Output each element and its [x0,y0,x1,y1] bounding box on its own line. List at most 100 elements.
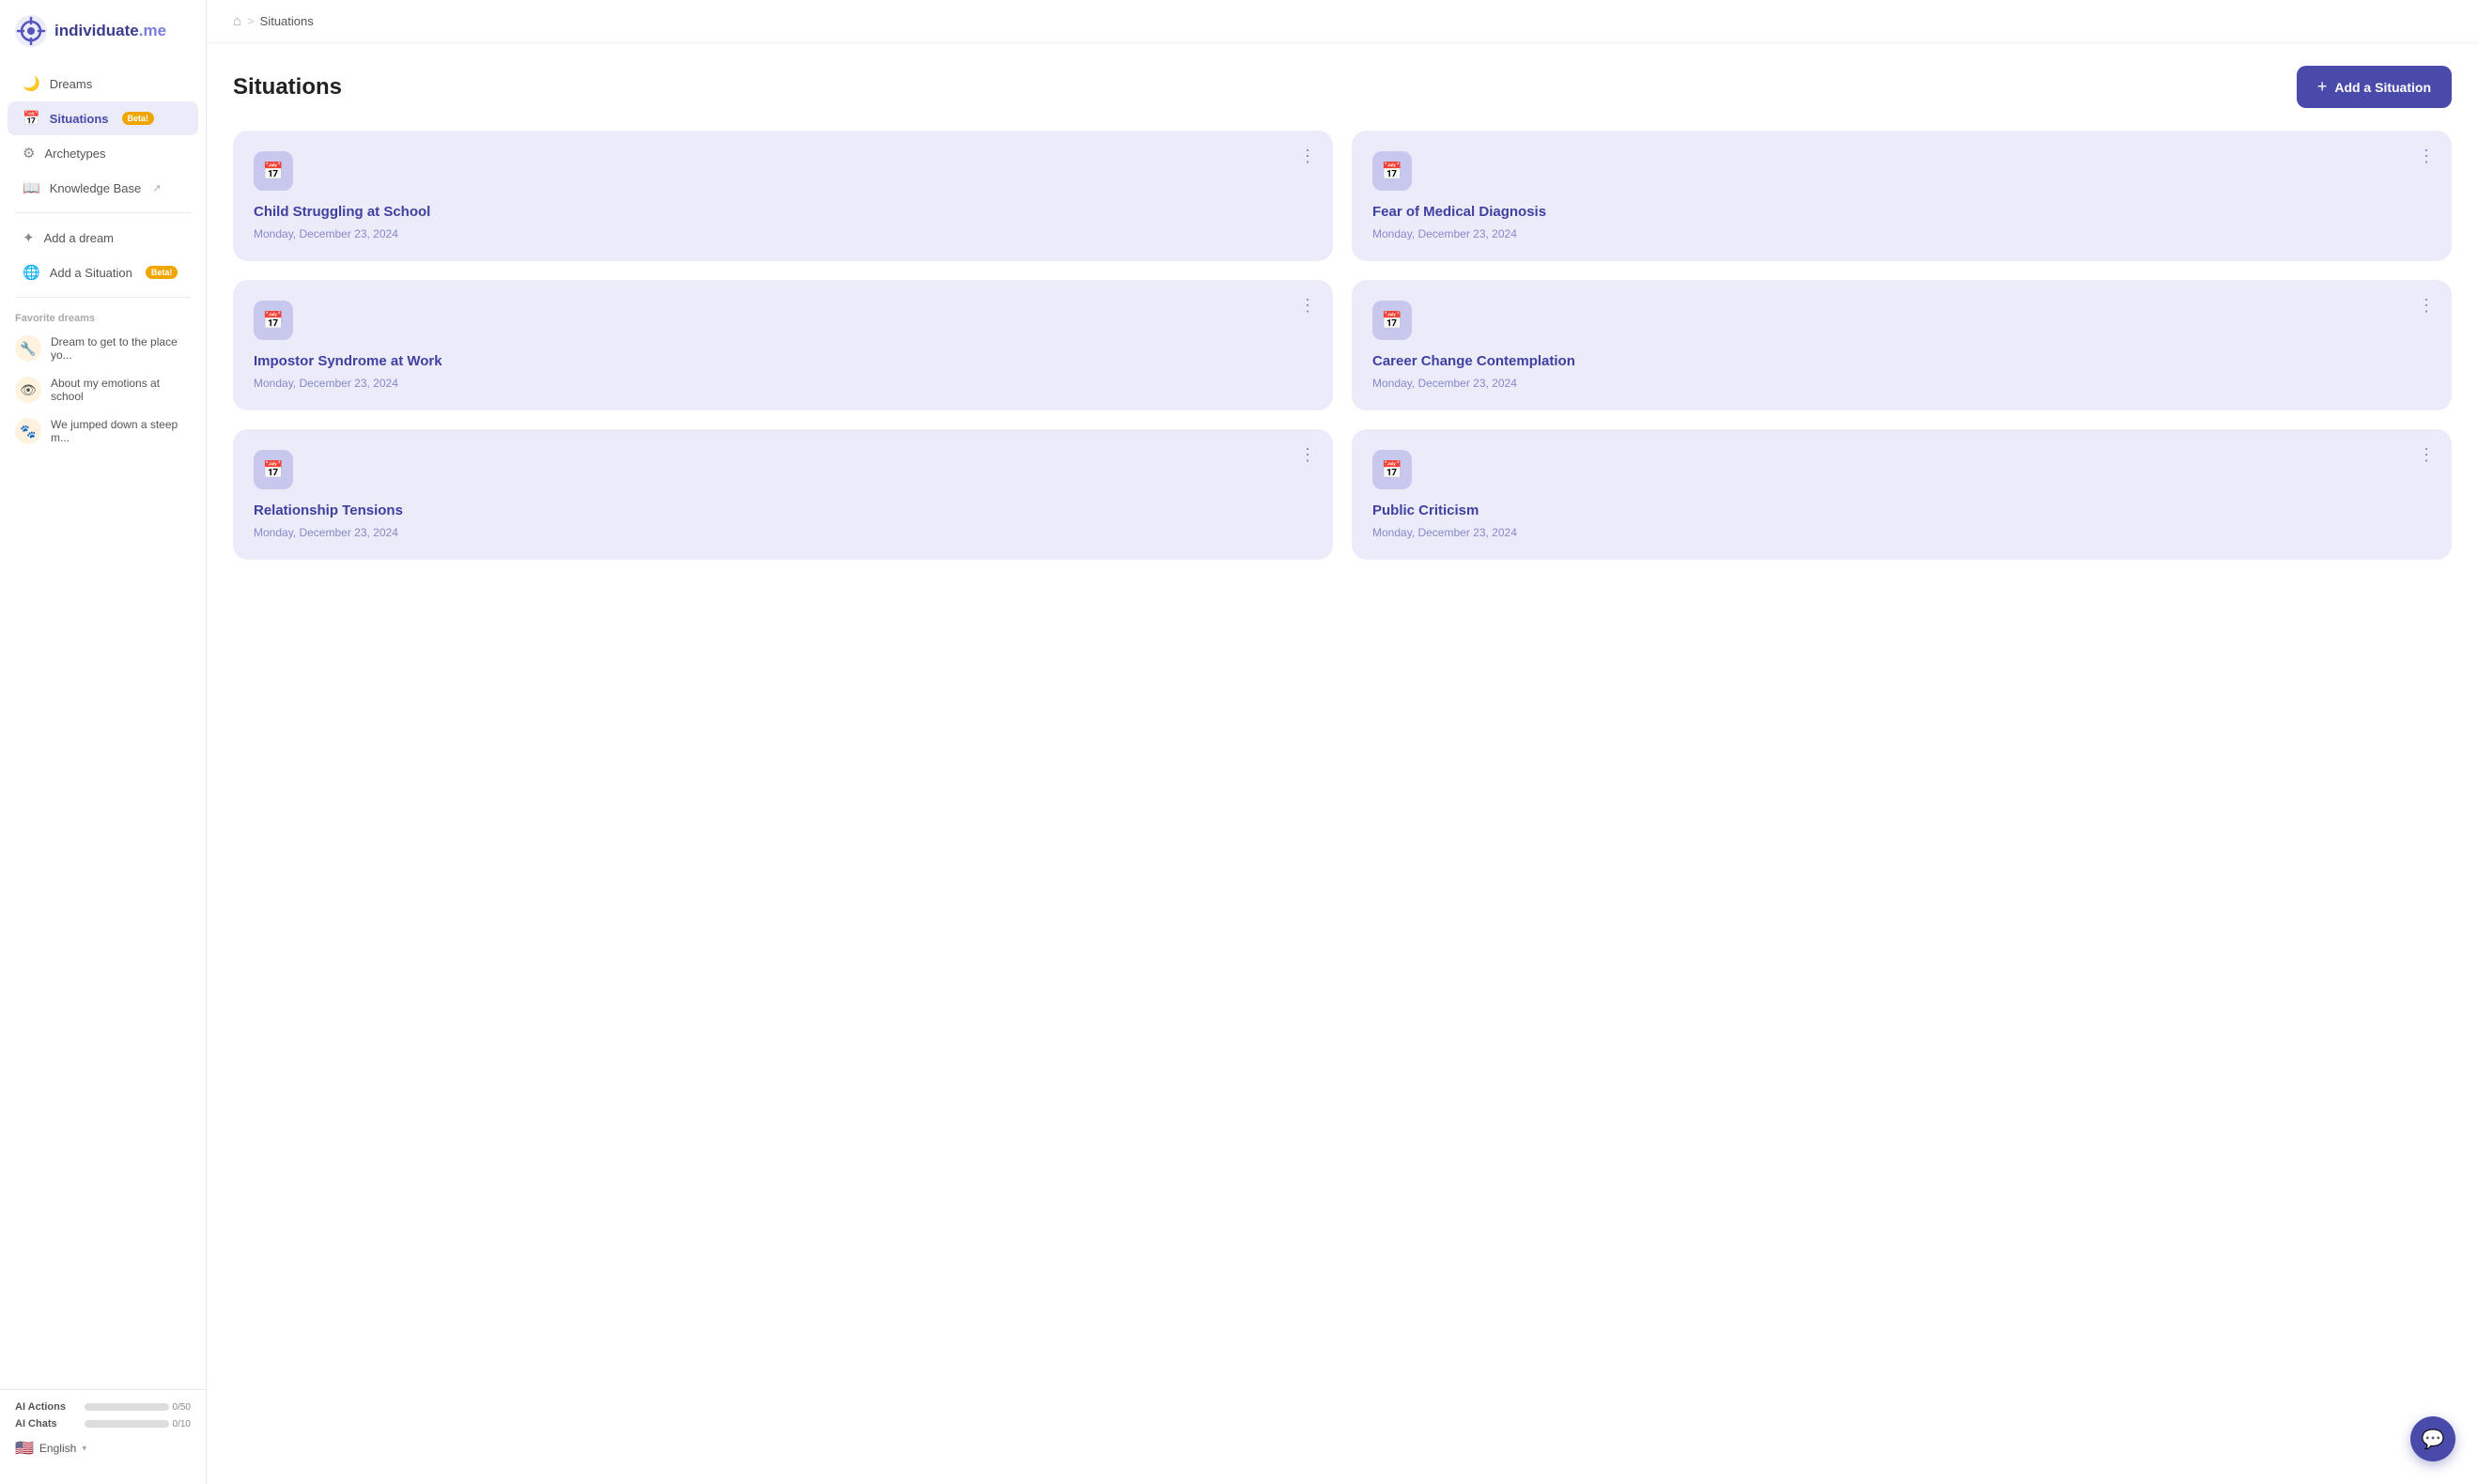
flag-icon: 🇺🇸 [15,1439,34,1458]
ai-chats-row: AI Chats 0/10 [15,1418,191,1430]
sidebar-item-dreams[interactable]: 🌙 Dreams [8,67,198,100]
ai-actions-row: AI Actions 0/50 [15,1401,191,1413]
card-menu-icon[interactable]: ⋮ [2418,147,2435,164]
breadcrumb: ⌂ > Situations [207,0,2478,43]
language-selector[interactable]: 🇺🇸 English ▾ [15,1439,191,1458]
main-content: ⌂ > Situations Situations + Add a Situat… [207,0,2478,1484]
situation-card-1[interactable]: 📅 ⋮ Child Struggling at School Monday, D… [233,131,1333,261]
card-menu-icon[interactable]: ⋮ [1299,147,1316,164]
card-date: Monday, December 23, 2024 [1372,526,2431,539]
card-menu-icon[interactable]: ⋮ [1299,446,1316,463]
calendar-card-icon: 📅 [1382,460,1402,480]
sidebar: individuate.me 🌙 Dreams 📅 Situations Bet… [0,0,207,1484]
globe-icon: 🌐 [23,264,40,281]
chevron-down-icon: ▾ [82,1444,86,1454]
card-menu-icon[interactable]: ⋮ [1299,297,1316,314]
card-icon-wrap: 📅 [1372,301,1412,340]
situation-card-5[interactable]: 📅 ⋮ Relationship Tensions Monday, Decemb… [233,429,1333,560]
card-date: Monday, December 23, 2024 [254,377,1312,390]
card-date: Monday, December 23, 2024 [1372,227,2431,240]
chat-fab[interactable]: 💬 [2410,1416,2455,1461]
wrench-icon: 🔧 [15,335,41,362]
logo[interactable]: individuate.me [0,15,206,66]
situation-card-2[interactable]: 📅 ⋮ Fear of Medical Diagnosis Monday, De… [1352,131,2452,261]
sidebar-item-archetypes[interactable]: ⚙ Archetypes [8,136,198,170]
card-date: Monday, December 23, 2024 [254,227,1312,240]
add-situation-button[interactable]: + Add a Situation [2297,66,2452,108]
favorites-divider [15,297,191,298]
calendar-card-icon: 📅 [263,311,284,331]
card-icon-wrap: 📅 [254,151,293,191]
ai-chats-progress-bar [85,1420,169,1428]
card-menu-icon[interactable]: ⋮ [2418,446,2435,463]
nav-section: 🌙 Dreams 📅 Situations Beta! ⚙ Archetypes… [0,66,206,1389]
card-title: Public Criticism [1372,502,2431,518]
page-header: Situations + Add a Situation [233,66,2452,108]
ai-chats-label: AI Chats [15,1418,57,1430]
add-situation-beta-badge: Beta! [146,266,178,279]
breadcrumb-separator: > [247,14,255,28]
card-title: Child Struggling at School [254,204,1312,220]
card-icon-wrap: 📅 [1372,151,1412,191]
favorite-item-1-label: Dream to get to the place yo... [51,335,191,362]
sidebar-item-situations[interactable]: 📅 Situations Beta! [8,101,198,135]
beta-badge: Beta! [122,112,155,125]
chat-icon: 💬 [2422,1428,2445,1451]
sidebar-item-situations-label: Situations [50,112,109,126]
sidebar-item-knowledge-base-label: Knowledge Base [50,181,142,195]
favorite-item-3[interactable]: 🐾 We jumped down a steep m... [0,410,206,452]
situations-grid: 📅 ⋮ Child Struggling at School Monday, D… [233,131,2452,560]
calendar-card-icon: 📅 [1382,162,1402,181]
nav-divider [15,212,191,213]
ai-chats-value: 0/10 [173,1419,191,1430]
logo-icon [15,15,47,47]
add-situation-action[interactable]: 🌐 Add a Situation Beta! [8,255,198,289]
content-area: Situations + Add a Situation 📅 ⋮ Child S… [207,43,2478,582]
favorite-item-2[interactable]: 👁 About my emotions at school [0,369,206,410]
card-menu-icon[interactable]: ⋮ [2418,297,2435,314]
card-date: Monday, December 23, 2024 [254,526,1312,539]
favorites-section-label: Favorite dreams [0,305,206,328]
add-dream-label: Add a dream [44,231,114,245]
add-situation-label: Add a Situation [50,266,132,280]
plus-icon: + [2317,77,2328,97]
favorite-item-2-label: About my emotions at school [51,377,191,403]
situation-card-3[interactable]: 📅 ⋮ Impostor Syndrome at Work Monday, De… [233,280,1333,410]
sidebar-item-dreams-label: Dreams [50,77,93,91]
moon-icon: 🌙 [23,75,40,92]
eye-icon: 👁 [15,377,41,403]
card-icon-wrap: 📅 [254,301,293,340]
external-link-icon: ↗ [152,182,161,194]
add-dream-action[interactable]: ✦ Add a dream [8,221,198,255]
card-icon-wrap: 📅 [1372,450,1412,489]
sidebar-item-knowledge-base[interactable]: 📖 Knowledge Base ↗ [8,171,198,205]
card-date: Monday, December 23, 2024 [1372,377,2431,390]
language-label: English [39,1442,76,1455]
situation-card-6[interactable]: 📅 ⋮ Public Criticism Monday, December 23… [1352,429,2452,560]
calendar-card-icon: 📅 [263,460,284,480]
card-title: Career Change Contemplation [1372,353,2431,369]
calendar-card-icon: 📅 [263,162,284,181]
calendar-icon: 📅 [23,110,40,127]
ai-actions-progress-bar [85,1403,169,1411]
archetypes-icon: ⚙ [23,145,35,162]
calendar-card-icon: 📅 [1382,311,1402,331]
card-icon-wrap: 📅 [254,450,293,489]
card-title: Impostor Syndrome at Work [254,353,1312,369]
ai-actions-label: AI Actions [15,1401,66,1413]
favorite-item-3-label: We jumped down a steep m... [51,418,191,444]
sidebar-item-archetypes-label: Archetypes [44,147,105,161]
situation-card-4[interactable]: 📅 ⋮ Career Change Contemplation Monday, … [1352,280,2452,410]
sidebar-bottom: AI Actions 0/50 AI Chats 0/10 🇺🇸 English… [0,1389,206,1469]
book-icon: 📖 [23,179,40,196]
favorite-item-1[interactable]: 🔧 Dream to get to the place yo... [0,328,206,369]
add-dream-icon: ✦ [23,229,35,246]
card-title: Fear of Medical Diagnosis [1372,204,2431,220]
paw-icon: 🐾 [15,418,41,444]
breadcrumb-current: Situations [260,14,314,28]
home-icon[interactable]: ⌂ [233,13,241,29]
ai-actions-value: 0/50 [173,1402,191,1413]
page-title: Situations [233,74,342,100]
logo-text: individuate.me [54,22,166,40]
add-situation-button-label: Add a Situation [2334,80,2431,95]
